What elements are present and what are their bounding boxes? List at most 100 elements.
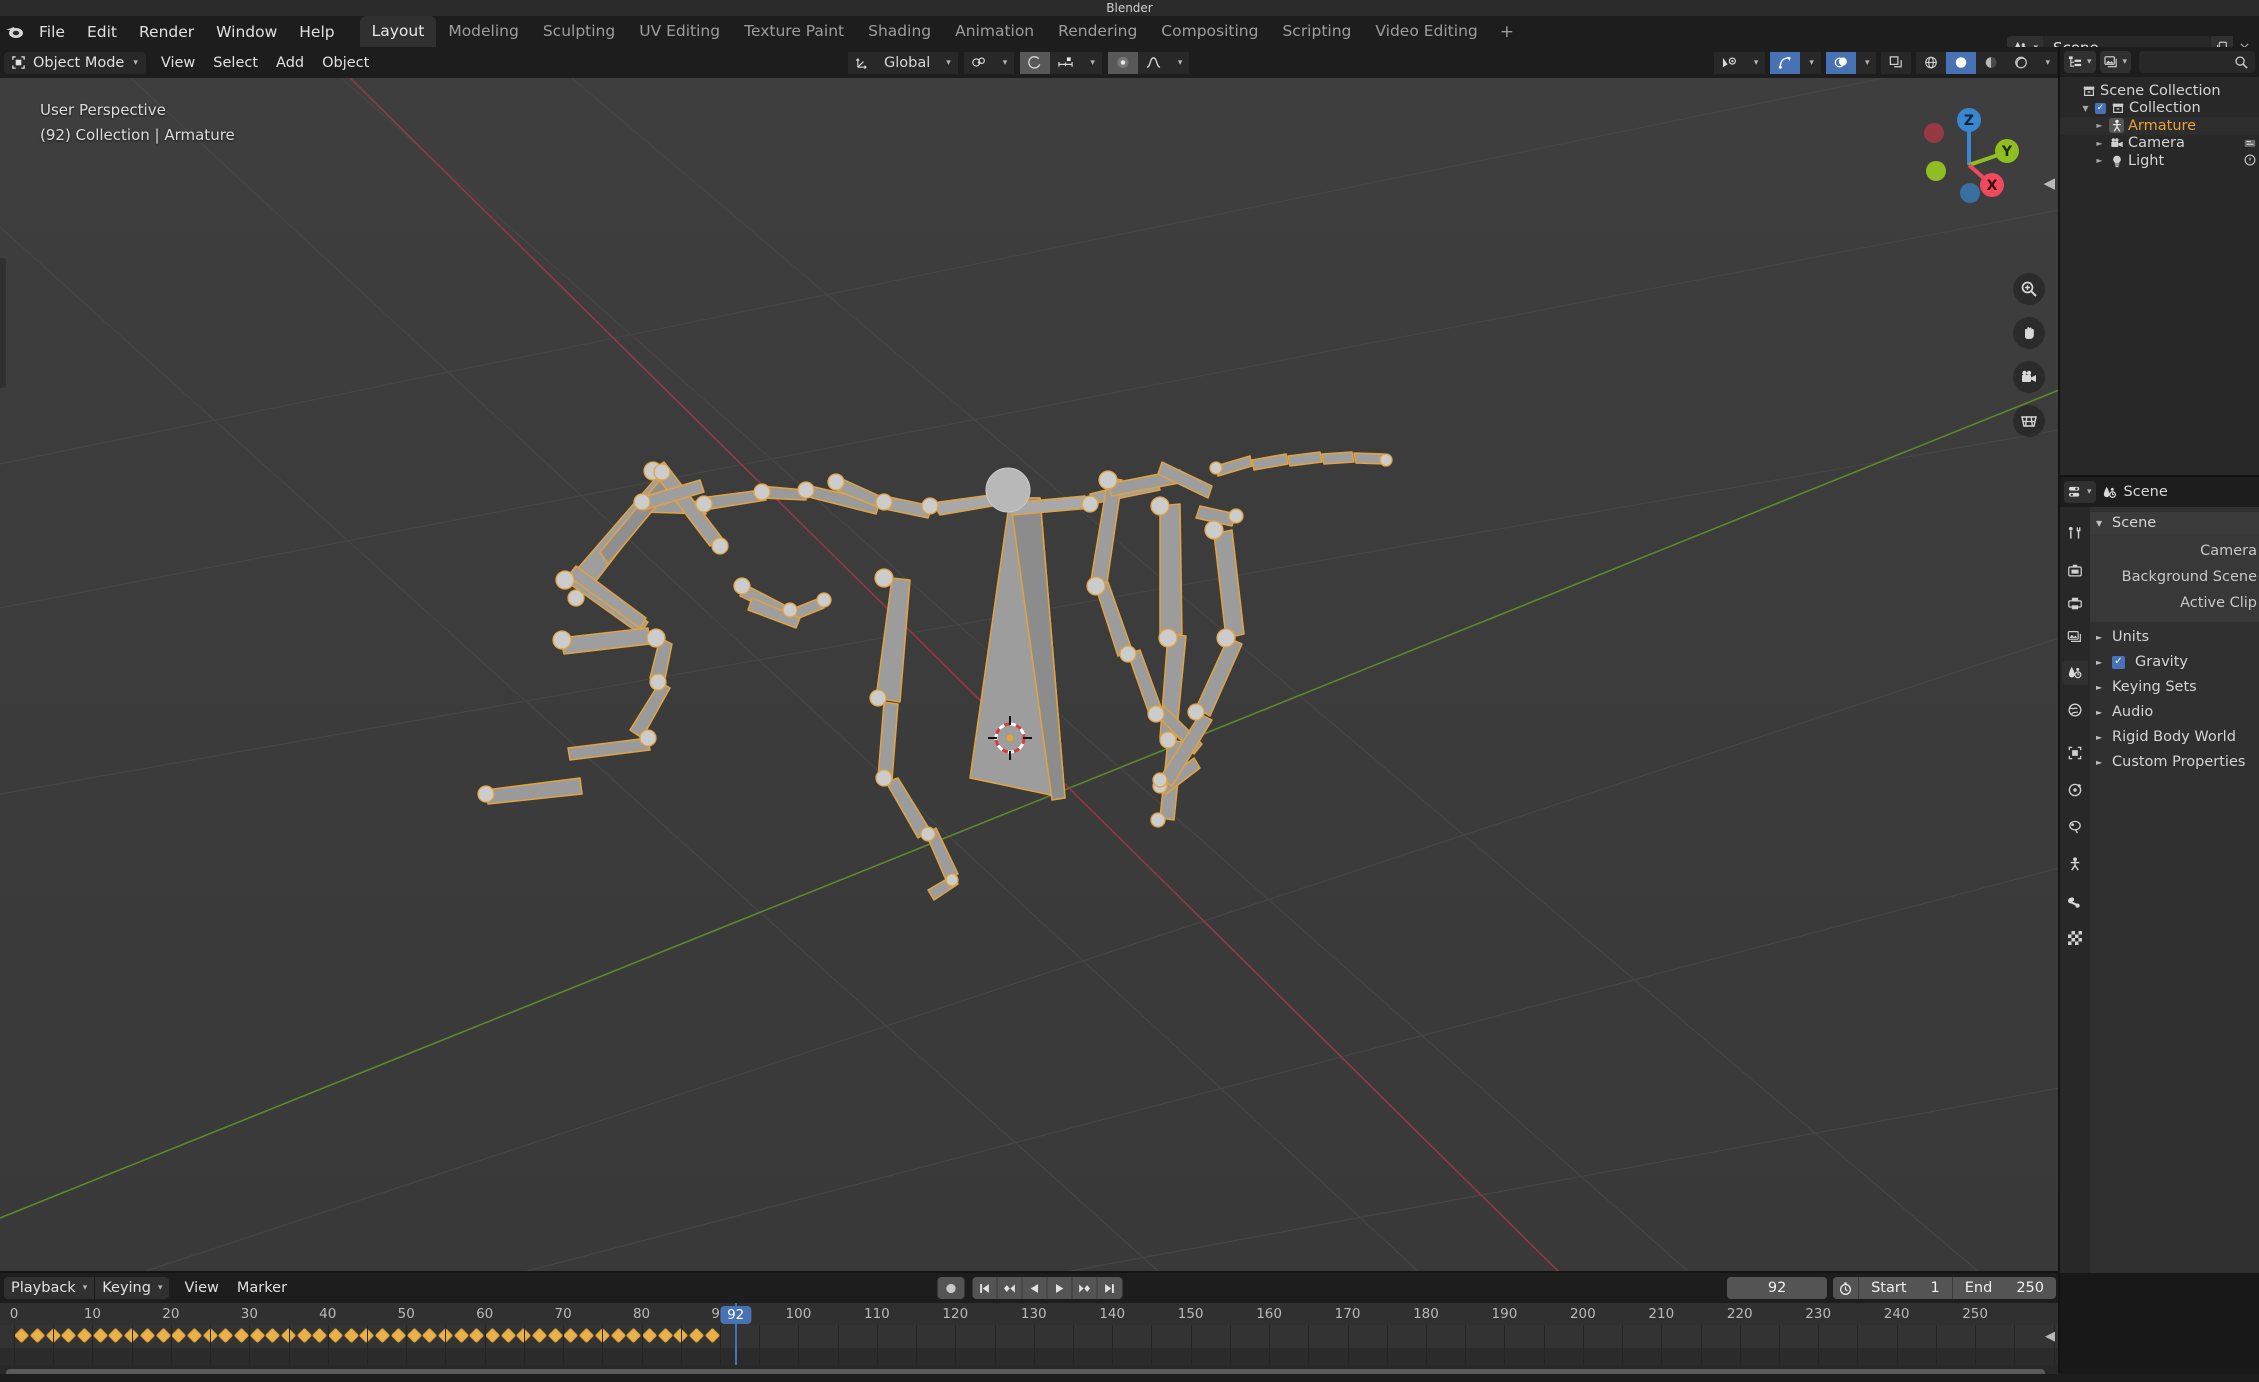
properties-editor[interactable]: ▾ Scene ▼ Scene Camera Background Scene … [2060,477,2259,1273]
keyframe-marker[interactable] [170,1327,187,1344]
camera-field-row[interactable]: Camera [2090,538,2259,564]
properties-tab-world[interactable] [2062,698,2088,722]
gravity-checkbox[interactable]: ✓ [2112,655,2125,669]
navigation-gizmo[interactable]: Z Y X [1904,93,2034,208]
chevron-down-icon[interactable]: ▾ [937,51,958,74]
workspace-tab-uv-editing[interactable]: UV Editing [627,16,732,47]
properties-tab-texture[interactable] [2062,926,2088,950]
end-frame-field[interactable]: End 250 [1953,1277,2056,1299]
timeline-collapse-arrow[interactable]: ◀ [2045,1329,2055,1344]
workspace-tab-animation[interactable]: Animation [943,16,1046,47]
properties-tab-view-layer[interactable] [2062,624,2088,648]
keyframe-marker[interactable] [688,1327,705,1344]
outliner-row-camera[interactable]: ► Camera [2060,135,2259,153]
object-visibility-icon[interactable] [1713,51,1745,74]
outliner-editor[interactable]: ▾ ▾ Scene Collection ▼ ✓ Collection ► Armatur… [2060,47,2259,477]
proportional-edit-toggle[interactable] [1020,51,1051,74]
properties-tab-render[interactable] [2062,558,2088,582]
xray-toggle-group[interactable] [1881,51,1912,74]
workspace-tab-layout[interactable]: Layout [359,16,437,47]
timeline-editor[interactable]: Playback ▾ Keying ▾ View Marker 92 Start… [0,1273,2059,1382]
keyframe-marker[interactable] [374,1327,391,1344]
chevron-down-icon[interactable]: ▾ [1800,51,1821,74]
visibility-selector[interactable]: ▾ [1713,51,1766,74]
gizmo-group[interactable]: ▾ [1770,51,1821,74]
keying-dropdown[interactable]: Keying ▾ [95,1277,170,1299]
properties-section-keying-sets[interactable]: ► Keying Sets [2090,676,2259,698]
mode-selector[interactable]: Object Mode ▾ [4,51,146,74]
properties-tab-output[interactable] [2062,591,2088,615]
properties-tab-data[interactable] [2062,852,2088,876]
hand-icon[interactable] [2013,317,2045,349]
workspace-tab-scripting[interactable]: Scripting [1270,16,1363,47]
camera-data-icon[interactable] [2243,136,2257,149]
menu-render[interactable]: Render [128,20,205,44]
chevron-down-icon[interactable]: ▾ [2036,51,2057,74]
keyframe-marker[interactable] [327,1327,344,1344]
properties-tab-tool[interactable] [2062,521,2088,545]
previous-keyframe-button[interactable] [997,1277,1022,1299]
properties-section-custom-properties[interactable]: ► Custom Properties [2090,751,2259,773]
keyframe-marker[interactable] [233,1327,250,1344]
triangle-down-icon[interactable]: ▼ [2080,104,2091,113]
sidebar-collapse-arrow[interactable]: ◀ [2043,174,2055,192]
viewport-menu-object[interactable]: Object [313,52,378,74]
keyframe-marker[interactable] [563,1327,579,1344]
chevron-down-icon[interactable]: ▾ [993,51,1015,74]
keyframe-marker[interactable] [578,1327,595,1344]
keyframe-marker[interactable] [296,1327,313,1344]
viewport-menu-view[interactable]: View [152,52,204,74]
keyframe-marker[interactable] [186,1327,203,1344]
chevron-down-icon[interactable]: ▾ [1855,51,1877,74]
viewport-menu-add[interactable]: Add [267,52,313,74]
properties-section-audio[interactable]: ► Audio [2090,701,2259,723]
keyframe-marker[interactable] [343,1327,360,1344]
pivot-point-selector[interactable]: ▾ [963,51,1015,74]
play-button[interactable] [1047,1277,1072,1299]
toggle-xray-button[interactable] [1881,51,1912,74]
timeline-keyframe-area[interactable] [0,1325,2059,1365]
keyframe-marker[interactable] [531,1327,548,1344]
menu-help[interactable]: Help [288,20,345,44]
properties-section-rigid-body-world[interactable]: ► Rigid Body World [2090,726,2259,748]
menu-file[interactable]: File [28,20,76,44]
workspace-tab-texture-paint[interactable]: Texture Paint [732,16,856,47]
keyframe-marker[interactable] [14,1327,30,1344]
outliner-search-input[interactable] [2139,51,2255,73]
next-keyframe-button[interactable] [1072,1277,1097,1299]
menu-edit[interactable]: Edit [76,20,128,44]
keyframe-marker[interactable] [312,1327,328,1344]
snapping-group[interactable]: ▾ [1020,51,1102,74]
outliner-row-collection[interactable]: ▼ ✓ Collection [2060,100,2259,118]
outliner-filter-button[interactable]: ▾ [2099,51,2132,73]
rendered-shading-button[interactable] [2006,51,2037,74]
workspace-tab-video-editing[interactable]: Video Editing [1363,16,1489,47]
keyframe-marker[interactable] [641,1327,658,1344]
menu-window[interactable]: Window [205,20,288,44]
show-gizmo-toggle[interactable] [1770,51,1801,74]
start-frame-field[interactable]: Start 1 [1859,1277,1953,1299]
shading-modes-group[interactable]: ▾ [1916,51,2057,74]
keyframe-marker[interactable] [500,1327,516,1344]
properties-tab-object[interactable] [2062,741,2088,765]
chevron-down-icon[interactable]: ▾ [1744,51,1766,74]
timeline-ruler[interactable]: 0 10 20 30 40 50 60 70 80 90 100 110 120 130 140 150 160… [0,1303,2059,1325]
keyframe-marker[interactable] [139,1327,156,1344]
material-preview-button[interactable] [1976,51,2007,74]
keyframe-marker[interactable] [218,1327,234,1344]
overlays-group[interactable]: ▾ [1825,51,1877,74]
properties-tab-modifier[interactable] [2062,889,2088,913]
keyframe-marker[interactable] [406,1327,422,1344]
outliner-row-armature[interactable]: ► Armature [2060,117,2259,135]
keyframe-marker[interactable] [657,1327,673,1344]
grid-icon[interactable] [2013,405,2045,437]
workspace-tab-sculpting[interactable]: Sculpting [531,16,627,47]
armature-rig[interactable] [0,78,2059,1273]
viewport-menu-select[interactable]: Select [204,52,267,74]
proportional-editing-toggle[interactable] [1107,51,1138,74]
keyframe-marker[interactable] [155,1327,171,1344]
editor-divider-horizontal-timeline[interactable] [0,1271,2058,1273]
keyframe-marker[interactable] [704,1327,720,1344]
falloff-icon[interactable] [1137,51,1169,74]
proportional-editing-group[interactable]: ▾ [1107,51,1190,74]
